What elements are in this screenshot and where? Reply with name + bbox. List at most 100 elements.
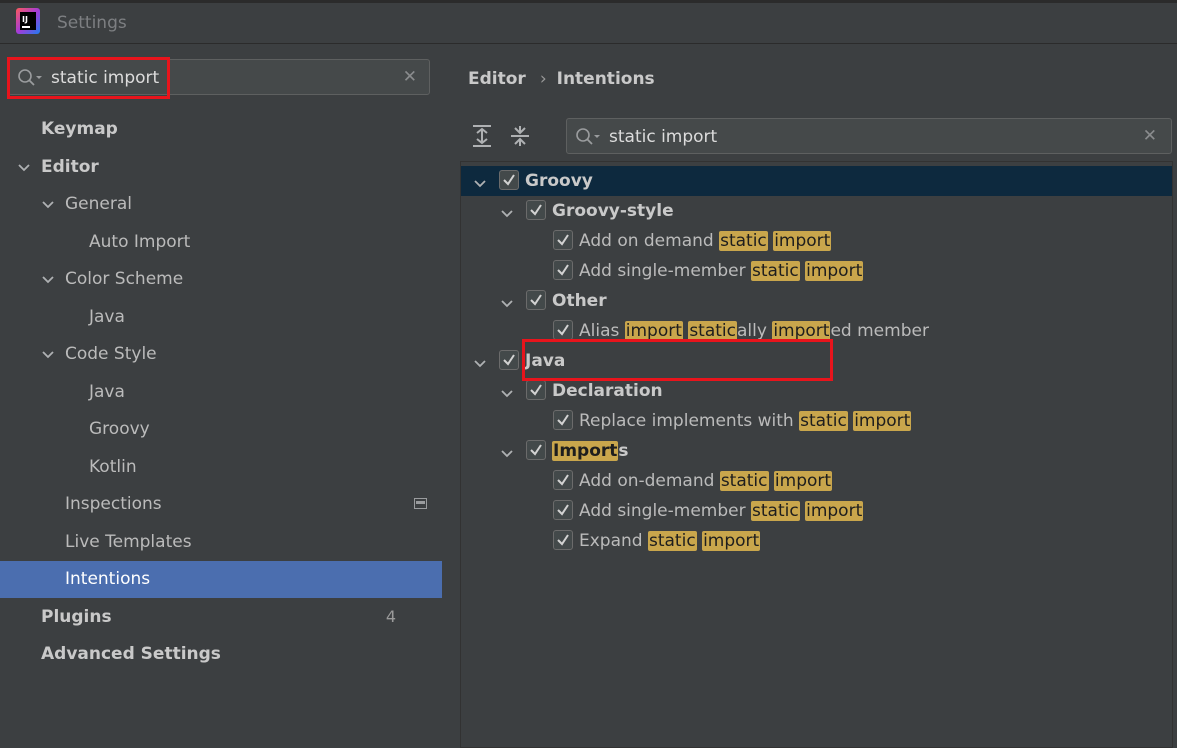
chevron-down-icon[interactable] [473, 175, 487, 188]
intention-label: Add single-member static import [579, 501, 864, 521]
search-match: static [647, 531, 697, 551]
sidebar-item-live-templates[interactable]: Live Templates [0, 524, 442, 561]
label-text: Add on demand [579, 231, 720, 251]
sidebar-item-keymap[interactable]: Keymap [0, 111, 442, 148]
sidebar-item-plugins[interactable]: Plugins 4 [0, 599, 442, 636]
label-text: Add single-member [579, 501, 752, 521]
checkmark-icon [557, 264, 569, 276]
intention-label: Declaration [552, 381, 663, 401]
sidebar-item-editor[interactable]: Editor [0, 149, 442, 186]
checkbox[interactable] [499, 350, 519, 370]
breadcrumb-current: Intentions [556, 69, 655, 89]
sidebar-item-intentions[interactable]: Intentions [0, 561, 442, 598]
intention-label: Groovy-style [552, 201, 674, 221]
chevron-down-icon[interactable] [17, 159, 31, 173]
search-match: static [719, 471, 769, 491]
intentions-panel: Editor › Intentions static import ✕ Groovy… [442, 45, 1177, 748]
checkmark-icon [557, 324, 569, 336]
checkbox[interactable] [553, 260, 573, 280]
collapse-all-icon[interactable] [510, 125, 530, 147]
settings-sidebar: static import ✕ Keymap Editor General Auto … [0, 45, 442, 748]
search-query-text[interactable]: static import [609, 127, 717, 147]
chevron-down-icon[interactable] [500, 295, 514, 308]
checkmark-icon [530, 204, 542, 216]
close-icon[interactable]: ✕ [403, 67, 417, 87]
checkbox[interactable] [526, 290, 546, 310]
intention-row[interactable]: Add single-member static import [461, 496, 1172, 526]
chevron-down-icon[interactable] [500, 445, 514, 458]
chevron-down-icon[interactable] [41, 346, 55, 360]
chevron-down-icon[interactable] [41, 271, 55, 285]
sidebar-item-label: Keymap [41, 119, 118, 139]
sidebar-item-label: Advanced Settings [41, 644, 221, 664]
checkbox[interactable] [553, 320, 573, 340]
checkbox[interactable] [553, 530, 573, 550]
intention-label: Groovy [525, 171, 593, 191]
checkbox[interactable] [526, 200, 546, 220]
search-match: import [805, 261, 864, 281]
checkbox[interactable] [553, 470, 573, 490]
search-match: import [702, 531, 761, 551]
sidebar-item-java[interactable]: Java [0, 374, 442, 411]
checkmark-icon [503, 354, 515, 366]
annotation-highlight-box [522, 339, 833, 381]
checkbox[interactable] [553, 230, 573, 250]
update-count-badge: 4 [385, 606, 396, 626]
sidebar-item-java[interactable]: Java [0, 299, 442, 336]
chevron-down-icon[interactable] [473, 355, 487, 368]
sidebar-item-label: Inspections [65, 494, 162, 514]
tree-group-row[interactable]: Groovy [461, 166, 1172, 196]
breadcrumb-parent[interactable]: Editor [468, 69, 526, 89]
sidebar-item-inspections[interactable]: Inspections [0, 486, 442, 523]
chevron-down-icon[interactable] [41, 196, 55, 210]
intentions-search-input[interactable]: static import ✕ [566, 118, 1172, 154]
checkbox[interactable] [553, 410, 573, 430]
intention-label: Add single-member static import [579, 261, 864, 281]
search-match: import [773, 231, 832, 251]
tree-group-row[interactable]: Groovy-style [461, 196, 1172, 226]
checkmark-icon [557, 474, 569, 486]
intention-label: Other [552, 291, 607, 311]
checkbox[interactable] [526, 380, 546, 400]
sidebar-item-label: Auto Import [89, 231, 191, 252]
breadcrumb: Editor › Intentions [468, 69, 655, 89]
label-text: Alias [579, 321, 625, 341]
sidebar-item-label: General [65, 194, 132, 214]
label-text: Add single-member [579, 261, 752, 281]
intention-row[interactable]: Add single-member static import [461, 256, 1172, 286]
expand-all-icon[interactable] [472, 125, 492, 147]
checkmark-icon [503, 174, 515, 186]
close-icon[interactable]: ✕ [1143, 126, 1157, 146]
label-text: Groovy-style [552, 201, 674, 221]
tree-group-row[interactable]: Imports [461, 436, 1172, 466]
sidebar-item-color-scheme[interactable]: Color Scheme [0, 261, 442, 298]
sidebar-item-auto-import[interactable]: Auto Import [0, 224, 442, 261]
chevron-down-icon[interactable] [500, 205, 514, 218]
sidebar-item-kotlin[interactable]: Kotlin [0, 449, 442, 486]
chevron-down-icon[interactable] [500, 385, 514, 398]
checkbox[interactable] [553, 500, 573, 520]
sidebar-item-advanced-settings[interactable]: Advanced Settings [0, 636, 442, 673]
intention-row[interactable]: Add on demand static import [461, 226, 1172, 256]
sidebar-item-code-style[interactable]: Code Style [0, 336, 442, 373]
search-match: static [719, 231, 768, 251]
checkbox[interactable] [526, 440, 546, 460]
search-match: import [624, 321, 683, 341]
intention-label: Imports [552, 441, 629, 461]
intention-row[interactable]: Add on-demand static import [461, 466, 1172, 496]
sidebar-item-label: Live Templates [65, 531, 192, 552]
search-match: Import [552, 441, 619, 461]
intention-row[interactable]: Expand static import [461, 526, 1172, 556]
search-match: import [805, 501, 864, 521]
sidebar-item-general[interactable]: General [0, 186, 442, 223]
checkbox[interactable] [499, 170, 519, 190]
label-text: ed member [830, 321, 929, 341]
title-bar: IJ Settings [0, 0, 1177, 44]
search-match: static [751, 261, 800, 281]
sidebar-item-groovy[interactable]: Groovy [0, 411, 442, 448]
search-icon[interactable] [575, 127, 601, 147]
tree-group-row[interactable]: Other [461, 286, 1172, 316]
scrollbar[interactable] [1173, 45, 1177, 748]
intention-row[interactable]: Replace implements with static import [461, 406, 1172, 436]
sidebar-item-label: Java [89, 306, 125, 327]
